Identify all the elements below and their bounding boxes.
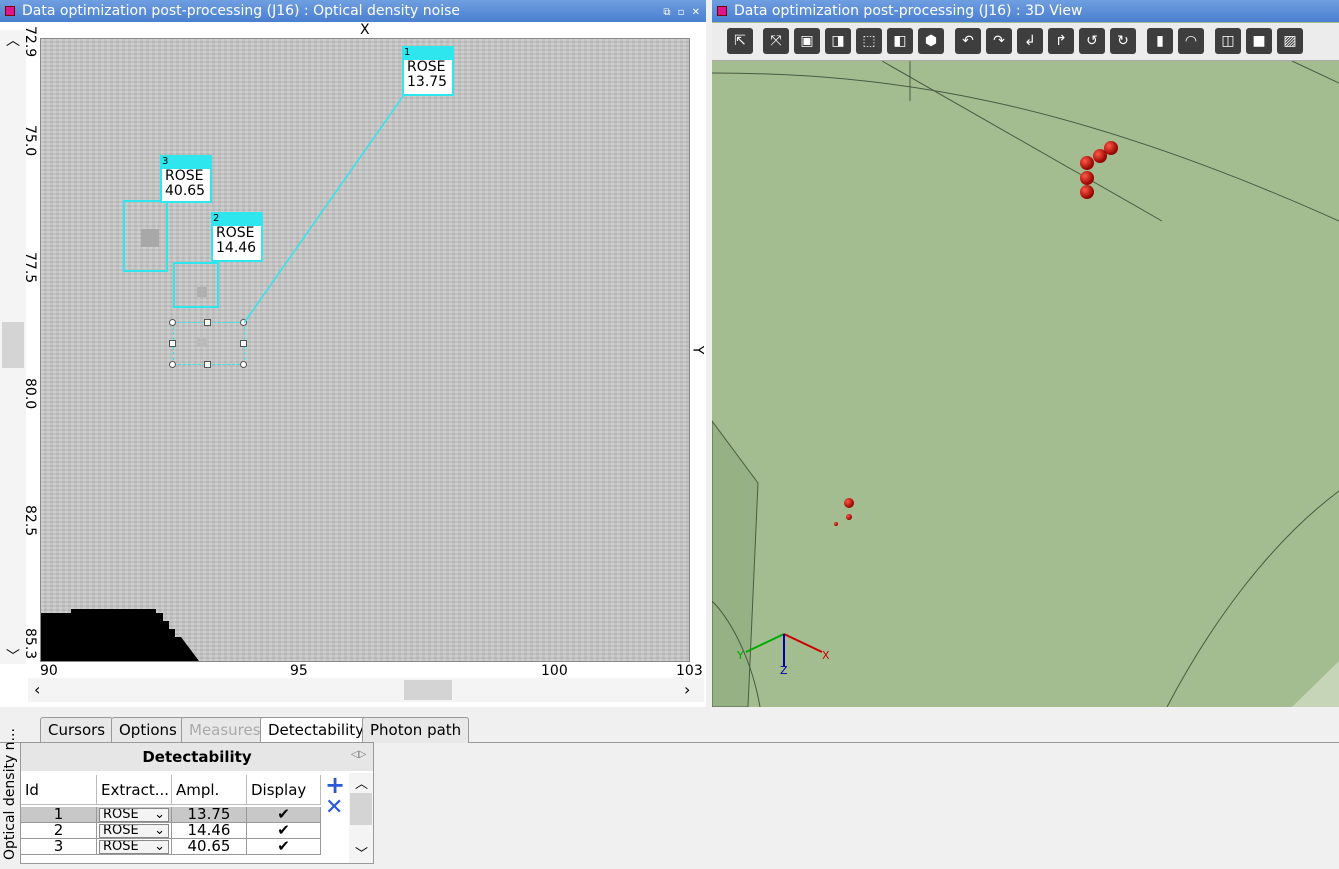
z-axis-letter: Z <box>780 664 788 677</box>
chevron-down-icon: ⌄ <box>154 840 165 854</box>
table-row[interactable]: 2 ROSE ⌄ 14.46 ✔ <box>21 823 321 839</box>
roi-3-value: 40.65 <box>165 183 206 199</box>
extract-select[interactable]: ROSE ⌄ <box>99 808 169 822</box>
tab-measures: Measures <box>181 717 269 743</box>
rotate-left-icon[interactable]: ↶ <box>955 28 981 54</box>
tab-cursors[interactable]: Cursors <box>40 717 114 743</box>
sphere-marker <box>1080 171 1094 185</box>
detectability-title: Detectability <box>21 743 373 771</box>
tab-options[interactable]: Options <box>111 717 185 743</box>
chevron-down-icon: ⌄ <box>154 824 165 838</box>
roi-1-label[interactable]: 1 ROSE 13.75 <box>402 46 454 96</box>
scroll-up-icon[interactable]: ︿ <box>355 773 368 792</box>
rotate-up-icon[interactable]: ↱ <box>1048 28 1074 54</box>
hatch-icon[interactable]: ▨ <box>1277 28 1303 54</box>
scroll-left-icon[interactable]: ‹ <box>34 680 40 699</box>
select-icon[interactable]: ⇱ <box>727 28 753 54</box>
cell-extract: ROSE ⌄ <box>97 807 172 823</box>
cell-id: 3 <box>21 839 97 855</box>
table-row[interactable]: 3 ROSE ⌄ 40.65 ✔ <box>21 839 321 855</box>
extract-value: ROSE <box>103 808 139 822</box>
ruler-icon[interactable]: ▮ <box>1147 28 1173 54</box>
table-scrollbar[interactable]: ︿ ﹀ <box>349 773 373 863</box>
sphere-marker <box>1080 156 1094 170</box>
roi-3-id: 3 <box>160 155 212 169</box>
roi-2-method: ROSE <box>216 225 255 241</box>
sphere-marker <box>846 514 852 520</box>
x-tick: 90 <box>40 663 58 679</box>
horizontal-scroll-thumb[interactable] <box>404 680 452 700</box>
rotate-ccw-icon[interactable]: ↺ <box>1079 28 1105 54</box>
extract-select[interactable]: ROSE ⌄ <box>99 840 169 854</box>
box-icon[interactable]: ◫ <box>1215 28 1241 54</box>
side-dock-label[interactable]: Optical density n... <box>0 712 18 869</box>
roi-1-value: 13.75 <box>407 74 448 90</box>
sphere-marker <box>834 522 838 526</box>
sphere-marker <box>844 498 854 508</box>
cube-red-icon[interactable]: ◨ <box>825 28 851 54</box>
display-checkbox[interactable]: ✔ <box>277 837 290 855</box>
rotate-right-icon[interactable]: ↷ <box>986 28 1012 54</box>
fit-icon[interactable]: ⤧ <box>763 28 789 54</box>
col-header-display[interactable]: Display <box>247 775 321 805</box>
cube-wire-icon[interactable]: ⬚ <box>856 28 882 54</box>
roi-2-value: 14.46 <box>216 240 257 256</box>
scroll-right-icon[interactable]: › <box>684 680 690 699</box>
col-header-ampl[interactable]: Ampl. <box>172 775 247 805</box>
chevron-down-icon: ⌄ <box>154 808 165 822</box>
cell-extract: ROSE ⌄ <box>97 823 172 839</box>
scene-geometry <box>712 61 1339 707</box>
extract-value: ROSE <box>103 824 139 838</box>
horizontal-scrollbar[interactable]: ‹ › <box>28 678 704 702</box>
leader-line <box>243 91 407 324</box>
roi-3-method: ROSE <box>165 168 204 184</box>
rotate-cw-icon[interactable]: ↻ <box>1110 28 1136 54</box>
cube-side-icon[interactable]: ◧ <box>887 28 913 54</box>
remove-row-button[interactable]: ✕ <box>325 795 343 820</box>
table-scroll-thumb[interactable] <box>350 793 372 825</box>
roi-1-id: 1 <box>402 46 454 60</box>
extract-select[interactable]: ROSE ⌄ <box>99 824 169 838</box>
protractor-icon[interactable]: ◠ <box>1178 28 1204 54</box>
sphere-marker <box>1080 185 1094 199</box>
roi-1-method: ROSE <box>407 59 446 75</box>
extract-value: ROSE <box>103 840 139 854</box>
cube-front-icon[interactable]: ▣ <box>794 28 820 54</box>
sphere-marker <box>1093 149 1107 163</box>
x-tick: 100 <box>541 663 568 679</box>
collapse-icon[interactable]: ◁▷ <box>351 749 366 760</box>
cell-extract: ROSE ⌄ <box>97 839 172 855</box>
roi-2-id: 2 <box>211 212 263 226</box>
cell-ampl: 40.65 <box>172 839 247 855</box>
col-header-id[interactable]: Id <box>21 775 97 805</box>
cell-display: ✔ <box>247 839 321 855</box>
side-label-text: Optical density n... <box>2 728 18 860</box>
tab-photon-path[interactable]: Photon path <box>362 717 470 743</box>
tab-detectability[interactable]: Detectability <box>260 717 372 743</box>
x-axis-letter: X <box>822 649 830 662</box>
roi-3-label[interactable]: 3 ROSE 40.65 <box>160 155 212 203</box>
solid-icon[interactable]: ■ <box>1246 28 1272 54</box>
x-tick: 103 <box>676 663 703 679</box>
col-header-extract[interactable]: Extract... <box>97 775 172 805</box>
table-row[interactable]: 1 ROSE ⌄ 13.75 ✔ <box>21 807 321 823</box>
cube-iso-icon[interactable]: ⬢ <box>918 28 944 54</box>
density-window: Data optimization post-processing (J16) … <box>0 0 706 707</box>
view3d-window[interactable]: Data optimization post-processing (J16) … <box>712 0 1339 707</box>
y-axis-letter: Y <box>737 649 744 662</box>
rotate-down-icon[interactable]: ↲ <box>1017 28 1043 54</box>
scroll-down-icon[interactable]: ﹀ <box>355 843 368 862</box>
window-icon <box>717 6 727 16</box>
roi-2-label[interactable]: 2 ROSE 14.46 <box>211 212 263 262</box>
x-tick: 95 <box>290 663 308 679</box>
view3d-toolbar: ⇱ ⤧ ▣ ◨ ⬚ ◧ ⬢ ↶ ↷ ↲ ↱ ↺ ↻ ▮ ◠ ◫ ■ ▨ <box>712 23 1339 61</box>
view3d-window-titlebar[interactable]: Data optimization post-processing (J16) … <box>712 0 1339 22</box>
detectability-panel: Detectability ◁▷ Id Extract... Ampl. Dis… <box>20 742 374 864</box>
window-title: Data optimization post-processing (J16) … <box>734 3 1083 19</box>
